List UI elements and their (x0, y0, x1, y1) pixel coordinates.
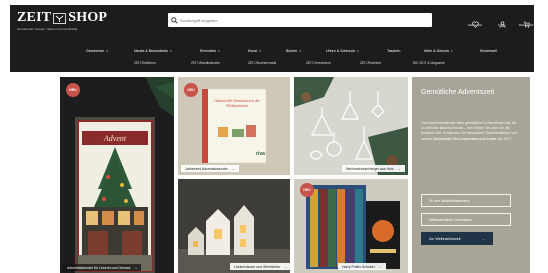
advent-calendar-image: Advent (75, 77, 174, 273)
primary-navigation: Geschenke ▾ Neues & Besonderes ▾ Einrichte… (10, 47, 534, 55)
new-badge: NEU (184, 83, 198, 97)
nav-item-uhren-schmuck[interactable]: Uhren & Schmuck ▾ (326, 47, 358, 55)
tile-caption[interactable]: Jahreszeit Adventskalender → (181, 165, 239, 172)
chevron-down-icon: ▾ (356, 49, 359, 53)
subnav-item-verbrechen[interactable]: ZEIT-Verbrechen (306, 59, 331, 67)
christmas-world-button[interactable]: Zur Weihnachtswelt → (421, 232, 493, 245)
ornaments-image (294, 77, 408, 175)
button-label: Zu den Adventskalendern (429, 198, 470, 203)
subnav-item-wandkalender[interactable]: ZEIT-Wandkalender (191, 59, 220, 67)
logo-word-zeit: ZEIT (17, 10, 52, 25)
christmas-decoration-button[interactable]: Weihnachtliche Dekoration → (421, 213, 511, 226)
new-badge: NEU (300, 183, 314, 197)
account-label: Konto (498, 23, 506, 27)
arrow-right-icon: → (377, 264, 382, 269)
secondary-navigation: ZEIT-Editionen ZEIT-Wandkalender ZEIT-Wo… (10, 59, 534, 67)
wishlist-label: Merkzettel (468, 23, 482, 27)
subnav-item-wochenmarkt[interactable]: ZEIT-Wochenmarkt (248, 59, 276, 67)
nav-label: Wein & Genuss (424, 49, 449, 53)
new-badge: NEU (66, 83, 80, 97)
advent-promo-panel: Gemütliche Adventszeit Vom Adventskalend… (412, 77, 530, 273)
nav-item-geschenke[interactable]: Geschenke ▾ (86, 47, 108, 55)
tile-caption-text: Lichterhäuser und Windlichter (234, 264, 281, 269)
cart-icon (515, 15, 537, 28)
panel-description: Vom Adventskalender über gemütliche Lich… (421, 121, 521, 142)
nav-item-taschen[interactable]: Taschen (387, 47, 400, 55)
nav-item-neues[interactable]: Neues & Besonderes ▾ (134, 47, 171, 55)
promo-tile-ornaments[interactable]: Weihnachtsanhänger aus Holz → (294, 77, 408, 175)
user-icon (491, 15, 513, 28)
promo-tile-light-houses[interactable]: Lichterhäuser und Windlichter → (178, 179, 290, 273)
nav-item-einrichten[interactable]: Einrichten ▾ (200, 47, 220, 55)
button-label: Weihnachtliche Dekoration (429, 217, 472, 222)
cart-label: Warenkorb (518, 23, 534, 27)
logo-tagline: Gemeinsam besser, zeitlos und nachhaltig (17, 27, 78, 31)
search-bar[interactable] (168, 13, 432, 27)
arrow-right-icon: → (499, 217, 503, 222)
nav-label: Kunst (248, 49, 258, 53)
advent-calendars-button[interactable]: Zu den Adventskalendern → (421, 194, 511, 207)
arrow-right-icon: → (396, 166, 401, 171)
eagle-seal-icon (53, 12, 67, 24)
promo-tile-book[interactable]: riva Genussvolle Jahreszeiten in der Wei… (178, 77, 290, 175)
nav-item-wein-genuss[interactable]: Wein & Genuss ▾ (424, 47, 452, 55)
zeit-shop-logo[interactable]: ZEIT SHOP (17, 10, 107, 26)
nav-label: Einrichten (200, 49, 216, 53)
arrow-right-icon: → (283, 264, 288, 269)
chevron-down-icon: ▾ (299, 49, 301, 53)
account-link[interactable]: Konto (491, 15, 513, 28)
promo-tile-book-box[interactable]: NEU Harry Potter Schuber → (294, 179, 408, 273)
site-header: ZEIT SHOP Gemeinsam besser, zeitlos und … (10, 5, 534, 72)
nav-item-kinderwelt[interactable]: Kinderwelt (480, 47, 497, 55)
search-icon[interactable] (168, 13, 180, 27)
cart-link[interactable]: Warenkorb (515, 15, 537, 28)
chevron-down-icon: ▾ (217, 49, 220, 53)
chevron-down-icon: ▾ (259, 49, 261, 53)
nav-item-kunst[interactable]: Kunst ▾ (248, 47, 261, 55)
svg-text:riva: riva (256, 151, 265, 157)
nav-label: Geschenke (86, 49, 105, 53)
search-input[interactable] (180, 17, 420, 23)
wishlist-link[interactable]: Merkzettel (464, 15, 486, 28)
panel-title: Gemütliche Adventszeit (421, 89, 495, 96)
arrow-right-icon: → (230, 166, 235, 171)
tile-caption[interactable]: Harry Potter Schuber → (338, 263, 386, 270)
nav-label: Taschen (387, 49, 401, 53)
tile-caption[interactable]: Weihnachtsanhänger aus Holz → (342, 165, 405, 172)
nav-label: Uhren & Schmuck (326, 49, 355, 53)
tile-caption-text: Jahreszeit Adventskalender (185, 166, 228, 171)
subnav-item-zeit-magazine[interactable]: DIE ZEIT & Magazine (413, 59, 445, 67)
panel-text-end: der ZEIT. (497, 136, 512, 141)
tile-caption[interactable]: Lichterhäuser und Windlichter → (230, 263, 290, 270)
subnav-item-editionen[interactable]: ZEIT-Editionen (134, 59, 156, 67)
nav-label: Kinderwelt (480, 49, 497, 53)
arrow-right-icon: → (133, 265, 138, 270)
book-cover-text: Genussvolle Jahreszeiten in der Weihnach… (214, 99, 260, 108)
chevron-down-icon: ▾ (450, 49, 453, 53)
tile-caption-text: Adventskalender für Leserin und Genuss (67, 265, 131, 270)
arrow-right-icon: → (499, 198, 503, 203)
nav-item-buecher[interactable]: Bücher ▾ (286, 47, 301, 55)
nav-label: Bücher (286, 49, 298, 53)
chevron-down-icon: ▾ (106, 49, 108, 53)
chevron-down-icon: ▾ (169, 49, 172, 53)
arrow-right-icon: → (481, 236, 485, 241)
light-houses-image (178, 205, 290, 273)
panel-text-link[interactable]: Geschenke für Leserinnen und Leser (433, 137, 496, 141)
logo-word-shop: SHOP (68, 10, 108, 25)
button-label: Zur Weihnachtswelt (429, 236, 461, 241)
tile-caption-text: Weihnachtsanhänger aus Holz (346, 166, 394, 171)
heart-icon (464, 15, 486, 28)
nav-label: Neues & Besonderes (134, 49, 168, 53)
tile-caption[interactable]: Adventskalender für Leserin und Genuss → (63, 264, 142, 271)
svg-text:Advent: Advent (103, 134, 127, 143)
subnav-item-rubriken[interactable]: ZEIT-Rubriken (360, 59, 381, 67)
tile-caption-text: Harry Potter Schuber (342, 264, 375, 269)
promo-tile-advent-calendar[interactable]: Advent NEU Adventskalender für Leserin u… (60, 77, 174, 273)
